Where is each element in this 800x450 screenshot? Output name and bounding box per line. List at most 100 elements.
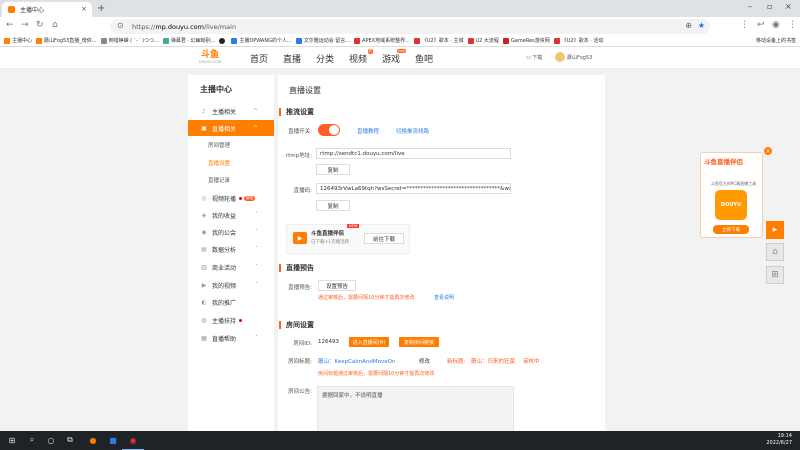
ad-download-button[interactable]: 立即下载: [713, 225, 749, 234]
clock-date: 2022/6/27: [766, 440, 792, 446]
username[interactable]: 蘑山Fog53: [567, 54, 592, 61]
view-notes-link[interactable]: 查看说明: [434, 294, 454, 301]
sidebar-item-support[interactable]: ◍ 主播扶持: [188, 312, 274, 328]
back-icon[interactable]: ←: [6, 20, 14, 30]
firefox-icon[interactable]: ●: [87, 434, 99, 446]
bookmark-icon: [4, 37, 10, 44]
copy-room-link-button[interactable]: 复制房间链接: [399, 337, 439, 347]
tab-title: 主播中心: [20, 7, 45, 14]
switch-label: 直播开关:: [288, 129, 312, 135]
download-link[interactable]: ▭ 下载: [526, 54, 542, 61]
bookmark-item[interactable]: 《U2》歌本 · 主城: [413, 37, 464, 44]
expand-icon[interactable]: ⊞: [766, 266, 784, 284]
copy-code-button[interactable]: 复制: [316, 200, 350, 211]
room-title-label: 房间标题:: [288, 359, 312, 365]
nav-game[interactable]: 游戏 new: [382, 49, 407, 65]
app-icon[interactable]: ■: [107, 434, 119, 446]
set-preview-button[interactable]: 设置预告: [318, 280, 356, 291]
chevron-down-icon: ˇ: [255, 211, 258, 219]
copy-rtmp-button[interactable]: 复制: [316, 164, 350, 175]
browser-tab[interactable]: 主播中心 ×: [2, 2, 92, 17]
sidebar-item-analytics[interactable]: ▤ 数据分析 ˇ: [188, 241, 274, 257]
bookmark-item[interactable]: GameRes游资网: [502, 37, 550, 44]
notice-label: 房间公告:: [288, 389, 312, 395]
live-switch-toggle[interactable]: [318, 124, 340, 136]
bookmark-item[interactable]: 文尔雅运动会 留言...: [295, 37, 350, 44]
preview-label: 直播预告:: [288, 285, 312, 291]
red-dot: [239, 196, 243, 200]
nav-home[interactable]: 首页: [250, 52, 268, 65]
profile-icon[interactable]: ◉: [772, 20, 780, 30]
ad-sub: 斗鱼官方的PC端直播工具: [710, 181, 757, 186]
sidebar-item-business[interactable]: ▥ 商业活动 ˇ: [188, 259, 274, 275]
modify-title-link[interactable]: 修改: [419, 357, 430, 365]
douyu-logo[interactable]: 斗鱼 DOUYU.COM: [190, 50, 230, 66]
bookmark-item[interactable]: 主播中心: [4, 37, 32, 44]
chevron-up-icon: ^: [252, 107, 258, 115]
bookmark-item[interactable]: APEX地域系统整界...: [354, 37, 410, 44]
maximize-icon[interactable]: ▫: [767, 2, 772, 11]
nav-video[interactable]: 视频热: [349, 49, 374, 65]
url-input[interactable]: ⊙ https://mp.douyu.com/live/main ⊕ ★: [110, 19, 710, 34]
switch-line-link[interactable]: 切换推流线路: [396, 127, 429, 135]
mobile-bookmarks[interactable]: 移动设备上的书签: [756, 37, 796, 44]
reload-icon[interactable]: ↻: [36, 20, 44, 30]
notice-textarea[interactable]: 据据回家中，不说明直播: [317, 386, 514, 436]
stream-code-input[interactable]: 126493rVwLa69tqh?wsSecret=**************…: [316, 183, 511, 194]
bookmark-item[interactable]: [219, 37, 227, 44]
home-float-icon[interactable]: ⌂: [766, 243, 784, 261]
new-title-label: 新标题:: [447, 359, 466, 365]
avatar[interactable]: [555, 52, 565, 62]
bookmark-item[interactable]: 《U2》歌本 · 活动: [553, 37, 603, 44]
bookmark-star-icon[interactable]: ★: [698, 21, 705, 30]
nav-fishbar[interactable]: 鱼吧: [415, 52, 433, 65]
extensions-icon[interactable]: ⋮: [740, 20, 749, 30]
taskbar: [0, 431, 800, 450]
bookmark-item[interactable]: 蘑山Fog53直播_傍依...: [36, 37, 97, 44]
history-icon[interactable]: ↩: [757, 20, 765, 30]
ad-close-icon[interactable]: ×: [764, 147, 772, 155]
search-icon[interactable]: ⌕: [26, 434, 38, 446]
ad-logo: DOUYU: [715, 190, 747, 220]
zoom-icon[interactable]: ⊕: [685, 21, 692, 30]
home-icon[interactable]: ⌂: [52, 20, 58, 30]
tab-close-icon[interactable]: ×: [81, 5, 87, 13]
new-badge: new: [396, 49, 407, 53]
nav-live[interactable]: 直播: [283, 52, 301, 65]
bookmark-icon: [231, 37, 238, 44]
room-title-value: 蘑山：KeepCalmAndMoveOn: [318, 359, 396, 365]
mic-icon: ♪: [202, 107, 206, 115]
cortana-icon[interactable]: ○: [45, 434, 57, 446]
sidebar-item-income[interactable]: ◈ 我的收益 ˇ: [188, 207, 274, 223]
video-camera-icon: ▶: [293, 232, 307, 244]
bookmark-icon: [36, 37, 43, 44]
video-icon: ▶: [201, 281, 207, 289]
new-tab-button[interactable]: +: [97, 3, 105, 14]
review-status: 审核中: [523, 359, 540, 365]
section-push-title: 推流设置: [279, 108, 314, 116]
nav-category[interactable]: 分类: [316, 52, 334, 65]
bookmark-item[interactable]: 倒错峥嵘 ( ˙-˙ )つつ...: [100, 37, 159, 44]
play-icon[interactable]: ▸: [766, 221, 784, 239]
download-companion-button[interactable]: 前往下载: [364, 233, 404, 244]
room-id-value: 126493: [318, 339, 339, 345]
close-window-icon[interactable]: ×: [785, 2, 792, 11]
bookmark-item[interactable]: U2 大流程: [467, 37, 499, 44]
enter-room-button[interactable]: 进入直播间(H): [349, 337, 389, 347]
rtmp-input[interactable]: rtmp://sendtc1.douyu.com/live: [316, 148, 511, 159]
menu-icon[interactable]: ⋮: [788, 20, 797, 30]
briefcase-icon: ▥: [201, 263, 207, 271]
sidebar-item-promotion[interactable]: ◐ 我的推广: [188, 294, 274, 310]
sidebar-item-anchor[interactable]: ♪ 主播相关 ^: [188, 103, 274, 119]
bookmark-item[interactable]: 主播DPWANG的个人...: [231, 37, 292, 44]
minimize-icon[interactable]: –: [748, 2, 752, 11]
bookmark-item[interactable]: 弹幕君 · 幻幽呦别...: [162, 37, 215, 44]
sidebar-item-guild[interactable]: ◉ 我的公会 ˇ: [188, 224, 274, 240]
windows-start-icon[interactable]: ⊞: [6, 434, 18, 446]
tutorial-link[interactable]: 直播教程: [357, 127, 379, 135]
url-path: /live/main: [203, 22, 237, 31]
task-view-icon[interactable]: ⧉: [64, 434, 76, 446]
section-preview-title: 直播预告: [279, 264, 314, 272]
chrome-icon[interactable]: ◉: [127, 434, 139, 446]
forward-icon[interactable]: →: [21, 20, 29, 30]
